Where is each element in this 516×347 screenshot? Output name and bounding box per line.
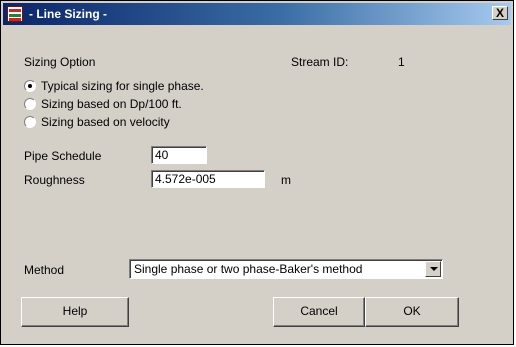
stream-id-label: Stream ID: xyxy=(291,55,349,69)
pipe-schedule-input[interactable]: 40 xyxy=(151,146,207,164)
radio-button[interactable] xyxy=(24,80,36,92)
chevron-down-icon[interactable] xyxy=(425,261,441,277)
line-sizing-dialog: - Line Sizing - X Sizing Option Stream I… xyxy=(0,0,514,345)
roughness-label: Roughness xyxy=(24,173,85,187)
method-selected-value: Single phase or two phase-Baker's method xyxy=(134,262,363,276)
help-button[interactable]: Help xyxy=(21,297,129,327)
cancel-button[interactable]: Cancel xyxy=(273,297,365,327)
radio-label: Typical sizing for single phase. xyxy=(41,79,204,93)
radio-button[interactable] xyxy=(24,98,36,110)
radio-button[interactable] xyxy=(24,116,36,128)
sizing-option-heading: Sizing Option xyxy=(24,55,96,69)
pipe-schedule-label: Pipe Schedule xyxy=(24,149,102,163)
radio-label: Sizing based on Dp/100 ft. xyxy=(41,97,182,111)
radio-label: Sizing based on velocity xyxy=(41,115,170,129)
roughness-input[interactable]: 4.572e-005 xyxy=(151,170,265,188)
ok-button[interactable]: OK xyxy=(365,297,459,327)
close-button[interactable]: X xyxy=(492,6,508,20)
method-label: Method xyxy=(24,263,65,277)
window-title: - Line Sizing - xyxy=(29,7,107,21)
title-bar[interactable]: - Line Sizing - X xyxy=(3,3,511,25)
roughness-unit: m xyxy=(281,173,291,187)
app-icon xyxy=(7,6,23,22)
method-dropdown[interactable]: Single phase or two phase-Baker's method xyxy=(129,259,443,279)
stream-id-value: 1 xyxy=(398,55,405,69)
